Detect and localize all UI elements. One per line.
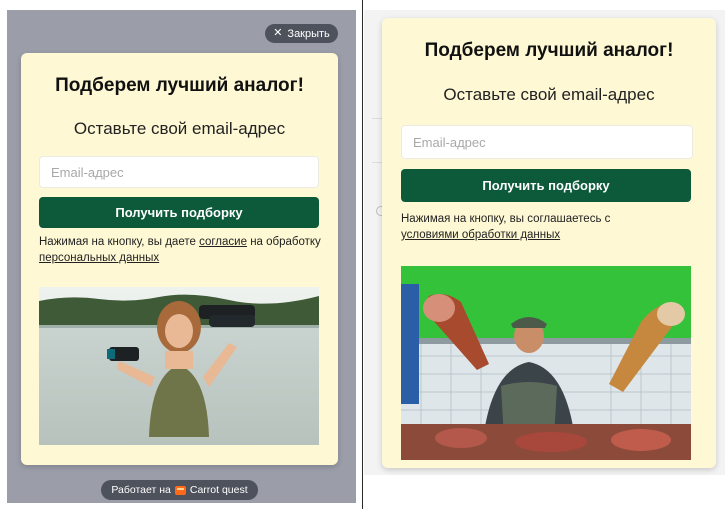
left-overlay: ✕ Закрыть Подберем лучший аналог! Оставь…	[7, 10, 356, 503]
email-input[interactable]: Email-адрес	[39, 156, 319, 188]
consent-prefix: Нажимая на кнопку, вы даете	[39, 236, 196, 248]
email-placeholder: Email-адрес	[413, 134, 486, 150]
popup-card-right: Подберем лучший аналог! Оставьте свой em…	[382, 18, 716, 468]
popup-subtitle: Оставьте свой email-адрес	[73, 119, 286, 138]
terms-link[interactable]: условиями обработки данных	[401, 229, 560, 241]
consent-text: Нажимая на кнопку, вы соглашаетесь с усл…	[401, 211, 701, 243]
consent-link[interactable]: согласие	[199, 236, 247, 248]
popup-subtitle: Оставьте свой email-адрес	[443, 85, 655, 104]
personal-data-link[interactable]: персональных данных	[39, 252, 159, 264]
consent-text: Нажимая на кнопку, вы даете согласие на …	[39, 234, 323, 266]
close-label: Закрыть	[287, 27, 330, 40]
submit-button[interactable]: Получить подборку	[39, 197, 319, 228]
promo-photo-woman	[39, 287, 319, 445]
email-input[interactable]: Email-адрес	[401, 125, 693, 159]
email-placeholder: Email-адрес	[51, 164, 124, 180]
consent-middle: на обработку	[250, 236, 321, 248]
submit-button[interactable]: Получить подборку	[401, 169, 691, 202]
popup-card-left: Подберем лучший аналог! Оставьте свой em…	[21, 53, 338, 465]
panel-divider	[362, 0, 363, 509]
powered-by-badge[interactable]: Работает на Carrot quest	[101, 480, 258, 500]
comparison-stage: ✕ Закрыть Подберем лучший аналог! Оставь…	[0, 0, 725, 509]
promo-photo-butcher	[401, 266, 691, 460]
popup-title: Подберем лучший аналог!	[424, 40, 674, 61]
carrot-quest-logo-icon	[174, 485, 186, 495]
popup-title: Подберем лучший аналог!	[55, 75, 304, 96]
consent-prefix: Нажимая на кнопку, вы соглашаетесь с	[401, 213, 611, 225]
powered-brand: Carrot quest	[189, 484, 248, 496]
close-button[interactable]: ✕ Закрыть	[265, 24, 338, 43]
powered-prefix: Работает на	[111, 484, 171, 496]
close-icon: ✕	[273, 27, 283, 39]
